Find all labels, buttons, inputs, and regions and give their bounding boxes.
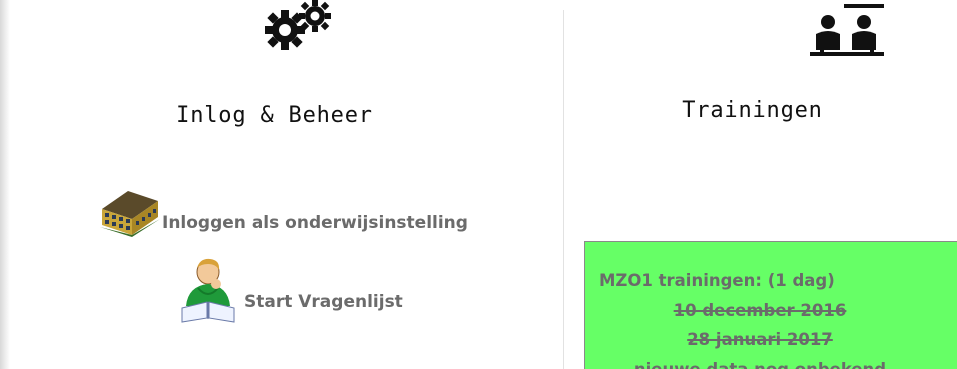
section-login-management: Inlog & Beheer Inloggen als onderwijsins… xyxy=(18,0,563,369)
start-questionnaire-label[interactable]: Start Vragenlijst xyxy=(244,292,403,312)
start-questionnaire-link[interactable]: Start Vragenlijst xyxy=(176,256,403,324)
login-institution-label[interactable]: Inloggen als onderwijsinstelling xyxy=(162,213,468,233)
school-building-icon xyxy=(100,191,160,237)
section-title: Inlog & Beheer xyxy=(176,103,373,128)
section-title: Trainingen xyxy=(682,98,823,123)
login-institution-link[interactable]: Inloggen als onderwijsinstelling xyxy=(98,183,468,237)
training-date: 28 januari 2017 xyxy=(687,330,833,349)
training-people-icon xyxy=(810,4,884,56)
page-edge-shadow xyxy=(0,0,10,369)
section-trainings: Trainingen MZO1 trainingen: (1 dag) 10 d… xyxy=(564,0,957,369)
training-heading: MZO1 trainingen: (1 dag) xyxy=(599,271,835,290)
training-announcement: MZO1 trainingen: (1 dag) 10 december 201… xyxy=(584,241,957,369)
gears-icon xyxy=(265,0,331,50)
training-date: 10 december 2016 xyxy=(673,301,847,320)
training-note: nieuwe data nog onbekend xyxy=(585,360,935,369)
student-reading-icon xyxy=(181,258,235,323)
